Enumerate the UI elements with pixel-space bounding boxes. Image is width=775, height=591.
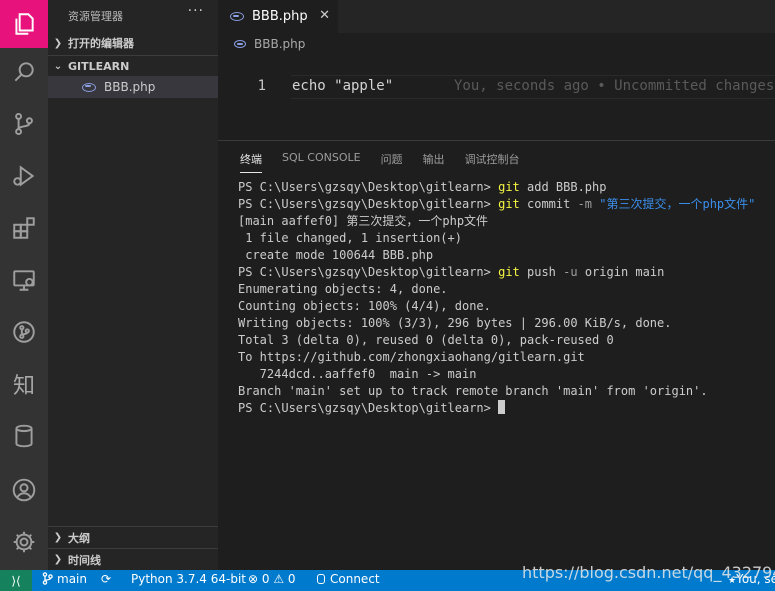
tab-debug-console[interactable]: 调试控制台	[465, 151, 520, 173]
terminal-line: PS C:\Users\gzsqy\Desktop\gitlearn> git …	[238, 196, 755, 213]
terminal-line: To https://github.com/zhongxiaohang/gitl…	[238, 350, 585, 364]
code-line[interactable]: echo "apple"	[292, 78, 393, 94]
terminal-line: Total 3 (delta 0), reused 0 (delta 0), p…	[238, 333, 614, 347]
php-file-icon	[234, 40, 246, 48]
bottom-panel: 终端 SQL CONSOLE 问题 输出 调试控制台 PS C:\Users\g…	[218, 140, 775, 570]
account-icon[interactable]	[0, 466, 48, 514]
terminal-line: [main aaffef0] 第三次提交，一个php文件	[238, 214, 489, 228]
extensions-icon[interactable]	[0, 204, 48, 252]
branch-indicator[interactable]: main	[42, 572, 87, 586]
sync-icon[interactable]: ⟳	[101, 572, 111, 586]
breadcrumb-file: BBB.php	[254, 37, 306, 51]
terminal-command: git	[498, 265, 520, 279]
database-small-icon	[317, 574, 325, 584]
terminal-line: Branch 'main' set up to track remote bra…	[238, 384, 708, 398]
python-interpreter[interactable]: Python 3.7.4 64-bit	[131, 572, 246, 586]
terminal-prompt: PS C:\Users\gzsqy\Desktop\gitlearn>	[238, 180, 499, 194]
terminal-line: Writing objects: 100% (3/3), 296 bytes |…	[238, 316, 672, 330]
tab-sql-console[interactable]: SQL CONSOLE	[282, 151, 361, 173]
terminal-line: Enumerating objects: 4, done.	[238, 282, 448, 296]
search-icon[interactable]	[0, 48, 48, 96]
tab-output[interactable]: 输出	[423, 151, 445, 173]
terminal-flag: -u	[563, 265, 578, 279]
tab-terminal[interactable]: 终端	[240, 151, 262, 173]
terminal-line: 1 file changed, 1 insertion(+)	[238, 231, 462, 245]
connect-button[interactable]: Connect	[317, 572, 380, 586]
terminal-line: 7244dcd..aaffef0 main -> main	[238, 367, 477, 381]
chevron-right-icon: ❯	[53, 554, 63, 565]
open-editors-label: 打开的编辑器	[68, 37, 134, 50]
timeline-label: 时间线	[68, 553, 101, 567]
terminal-prompt: PS C:\Users\gzsqy\Desktop\gitlearn>	[238, 265, 499, 279]
terminal-flag: -m	[577, 197, 593, 211]
problems-indicator[interactable]: ⊗ 0 ⚠ 0	[248, 572, 296, 586]
source-control-icon[interactable]	[0, 100, 48, 148]
terminal-args: add BBB.php	[519, 180, 607, 194]
tab-problems[interactable]: 问题	[381, 151, 403, 173]
terminal-line: create mode 100644 BBB.php	[238, 248, 434, 262]
explorer-sidebar: 资源管理器 ··· ❯ 打开的编辑器 ⌄ GITLEARN BBB.php ❯ …	[48, 0, 218, 570]
terminal-command: git	[498, 197, 520, 211]
terminal-cursor	[498, 400, 506, 414]
file-item-bbb-php[interactable]: BBB.php	[48, 76, 218, 98]
outline-section[interactable]: ❯ 大纲	[48, 526, 218, 548]
remote-indicator[interactable]: ⟩⟨	[0, 570, 32, 591]
php-file-icon	[230, 12, 244, 21]
chevron-right-icon: ❯	[53, 532, 63, 543]
zhihu-label: 知	[12, 374, 35, 399]
terminal-line: Counting objects: 100% (4/4), done.	[238, 299, 491, 313]
tab-bbb-php[interactable]: BBB.php ✕	[218, 0, 338, 33]
branch-icon	[42, 572, 53, 585]
branch-label: main	[57, 572, 87, 586]
breadcrumb[interactable]: BBB.php	[234, 36, 305, 52]
editor-tab-bar: BBB.php ✕	[218, 0, 775, 33]
remote-explorer-icon[interactable]	[0, 256, 48, 304]
open-editors-section[interactable]: ❯ 打开的编辑器	[48, 32, 218, 54]
terminal-args: origin main	[577, 265, 665, 279]
sidebar-title: 资源管理器	[68, 10, 123, 23]
connect-label: Connect	[330, 572, 380, 586]
git-blame-annotation: You, seconds ago • Uncommitted changes	[454, 78, 775, 94]
terminal-line: PS C:\Users\gzsqy\Desktop\gitlearn>	[238, 400, 755, 417]
terminal-command: git	[498, 180, 520, 194]
terminal-line: PS C:\Users\gzsqy\Desktop\gitlearn> git …	[238, 264, 755, 281]
terminal-args: push	[519, 265, 564, 279]
gitlearn-folder-section[interactable]: ⌄ GITLEARN	[48, 55, 218, 77]
settings-gear-icon[interactable]	[0, 518, 48, 566]
database-icon[interactable]	[0, 412, 48, 460]
chevron-down-icon: ⌄	[53, 61, 63, 72]
run-debug-icon[interactable]	[0, 152, 48, 200]
zhihu-icon[interactable]: 知	[0, 360, 48, 408]
panel-tabs: 终端 SQL CONSOLE 问题 输出 调试控制台	[240, 151, 540, 173]
timeline-section[interactable]: ❯ 时间线	[48, 548, 218, 570]
terminal-prompt: PS C:\Users\gzsqy\Desktop\gitlearn>	[238, 401, 499, 415]
remote-icon: ⟩⟨	[11, 573, 21, 588]
explorer-icon[interactable]	[0, 0, 48, 48]
outline-label: 大纲	[68, 531, 90, 545]
git-graph-icon[interactable]	[0, 308, 48, 356]
file-label: BBB.php	[104, 80, 156, 94]
watermark: https://blog.csdn.net/qq_43279457	[522, 563, 775, 582]
line-number: 1	[257, 78, 266, 94]
tab-label: BBB.php	[252, 9, 308, 24]
folder-label: GITLEARN	[68, 60, 130, 73]
close-tab-icon[interactable]: ✕	[319, 8, 330, 23]
activity-bar: 知	[0, 0, 48, 570]
chevron-right-icon: ❯	[53, 37, 63, 49]
more-actions-icon[interactable]: ···	[188, 3, 204, 19]
terminal-args: commit	[519, 197, 578, 211]
terminal-prompt: PS C:\Users\gzsqy\Desktop\gitlearn>	[238, 197, 499, 211]
terminal-string: "第三次提交，一个php文件"	[592, 197, 756, 211]
terminal-output[interactable]: PS C:\Users\gzsqy\Desktop\gitlearn> git …	[238, 179, 755, 417]
terminal-line: PS C:\Users\gzsqy\Desktop\gitlearn> git …	[238, 179, 755, 196]
php-file-icon	[82, 82, 96, 92]
